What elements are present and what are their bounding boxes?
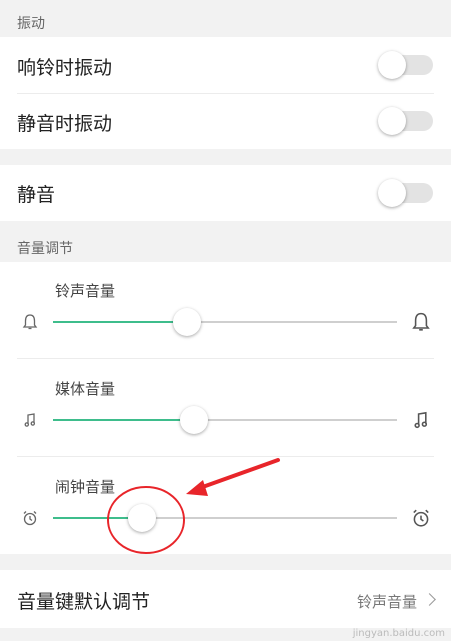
vibrate-on-ring-label: 响铃时振动 — [17, 57, 113, 79]
mute-row[interactable]: 静音 — [0, 165, 451, 221]
divider — [17, 456, 434, 457]
volume-key-card: 音量键默认调节 铃声音量 — [0, 570, 451, 628]
vibrate-on-ring-toggle[interactable] — [378, 51, 433, 79]
volume-card: 铃声音量 媒体音量 闹钟音量 — [0, 262, 451, 554]
mute-card: 静音 — [0, 165, 451, 221]
vibrate-on-silent-row[interactable]: 静音时振动 — [0, 94, 451, 149]
section-header-volume: 音量调节 — [17, 241, 73, 257]
chevron-right-icon — [423, 593, 436, 606]
alarm-volume-label: 闹钟音量 — [55, 478, 116, 496]
bell-icon — [22, 314, 38, 330]
bell-icon — [412, 312, 430, 331]
slider-thumb[interactable] — [128, 504, 156, 532]
vibrate-on-silent-toggle[interactable] — [378, 107, 433, 135]
volume-key-default-value: 铃声音量 — [356, 593, 417, 611]
media-volume-slider[interactable] — [53, 406, 397, 434]
music-note-icon — [24, 413, 36, 427]
vibrate-on-ring-row[interactable]: 响铃时振动 — [0, 37, 451, 93]
mute-toggle[interactable] — [378, 179, 433, 207]
alarm-clock-icon — [23, 511, 37, 526]
slider-thumb[interactable] — [180, 406, 208, 434]
toggle-knob — [378, 179, 406, 207]
volume-key-default-row[interactable]: 音量键默认调节 铃声音量 — [0, 570, 451, 628]
ringtone-volume-label: 铃声音量 — [55, 282, 116, 300]
slider-thumb[interactable] — [173, 308, 201, 336]
watermark: jingyan.baidu.com — [352, 628, 445, 639]
divider — [17, 358, 434, 359]
section-header-vibration: 振动 — [17, 16, 45, 32]
music-note-icon — [414, 411, 428, 429]
vibration-card: 响铃时振动 静音时振动 — [0, 37, 451, 149]
toggle-knob — [378, 51, 406, 79]
volume-key-default-label: 音量键默认调节 — [17, 591, 151, 613]
ringtone-volume-slider[interactable] — [53, 308, 397, 336]
alarm-volume-slider[interactable] — [53, 504, 397, 532]
slider-fill — [53, 321, 187, 323]
media-volume-label: 媒体音量 — [55, 380, 116, 398]
toggle-knob — [378, 107, 406, 135]
mute-label: 静音 — [17, 184, 56, 206]
vibrate-on-silent-label: 静音时振动 — [17, 113, 113, 135]
alarm-clock-icon — [413, 509, 429, 527]
slider-fill — [53, 419, 194, 421]
